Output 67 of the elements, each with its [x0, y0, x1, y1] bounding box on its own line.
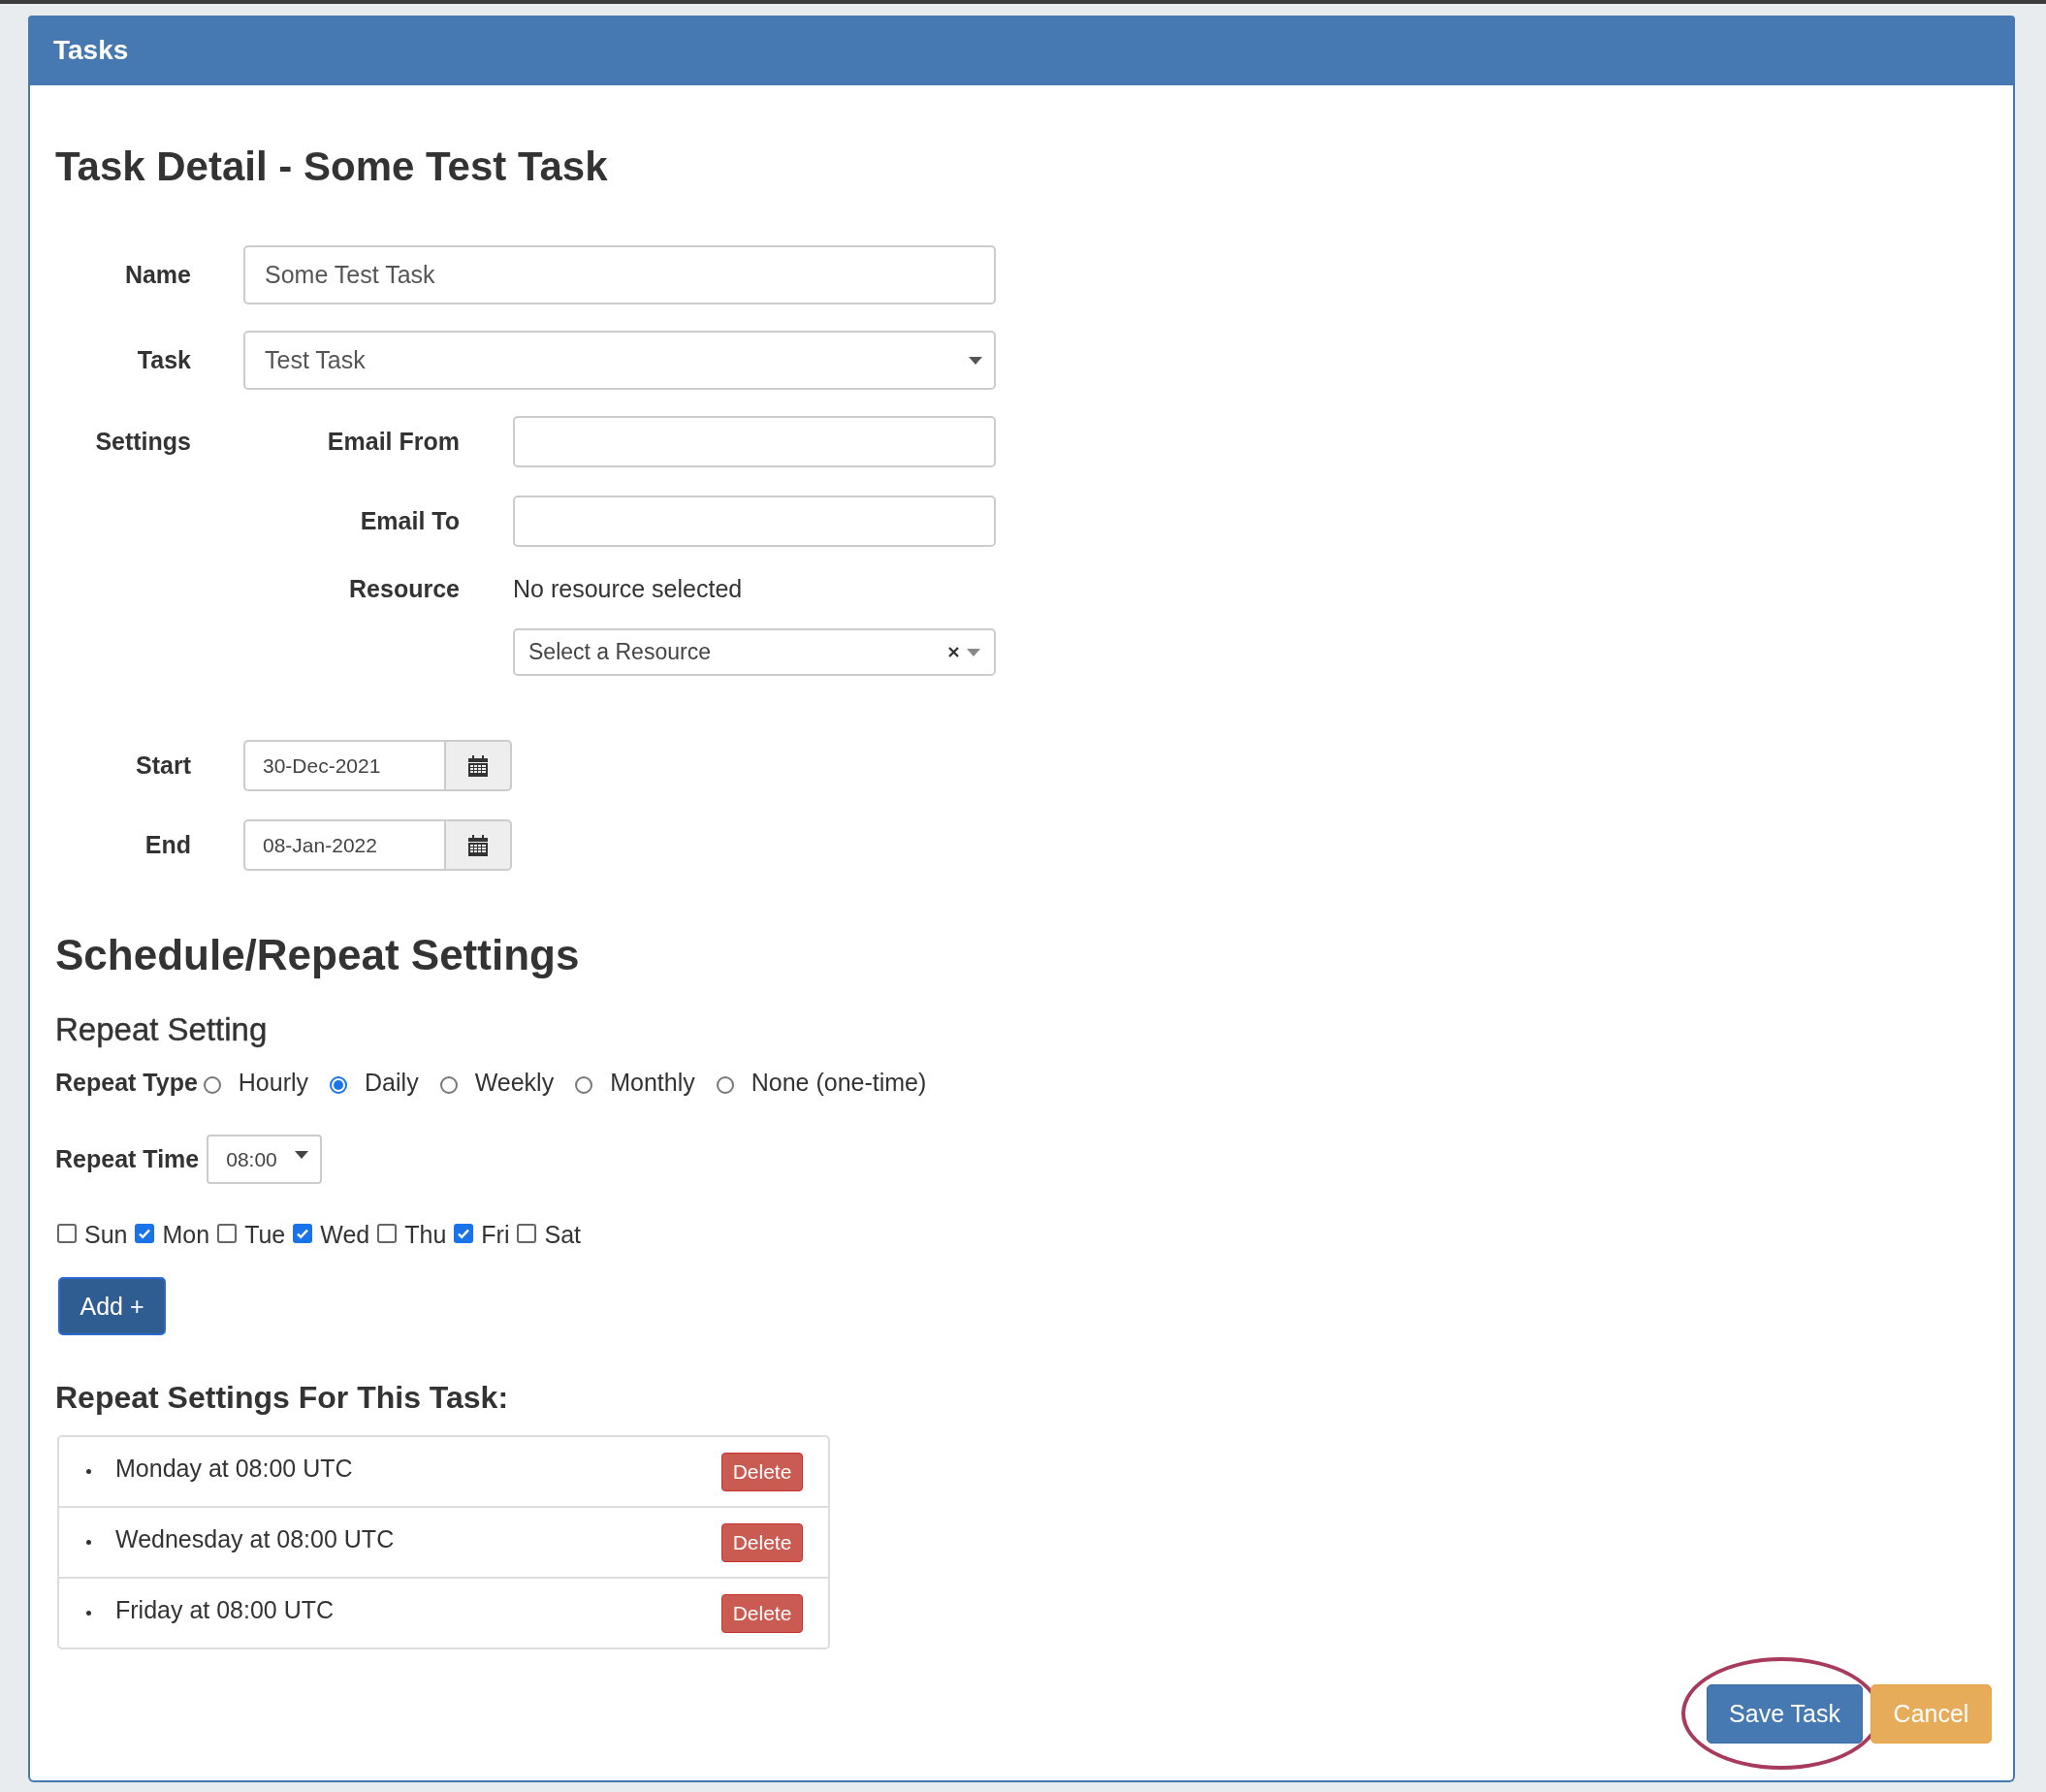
caret-icon [295, 1150, 309, 1159]
subsection-heading: Repeat Setting [55, 1011, 269, 1048]
delete-button[interactable]: Delete [721, 1593, 803, 1633]
list-heading: Repeat Settings For This Task: [55, 1379, 510, 1416]
resource-dropdown[interactable]: Select a Resource [513, 628, 996, 676]
panel-title: Tasks [53, 35, 129, 66]
day-label[interactable]: Mon [162, 1221, 210, 1249]
task-dropdown[interactable]: Test Task [243, 331, 996, 390]
email-field[interactable] [513, 496, 996, 547]
caret-icon [967, 648, 980, 656]
bullet-icon [86, 1540, 91, 1545]
day-label[interactable]: Wed [320, 1221, 370, 1249]
checkbox[interactable] [293, 1223, 313, 1243]
radio-label[interactable]: Weekly [474, 1069, 555, 1097]
radio-label[interactable]: Daily [365, 1069, 419, 1097]
checkbox[interactable] [217, 1223, 238, 1243]
field-label: Resource [348, 575, 460, 603]
radio-label[interactable]: Monthly [610, 1069, 695, 1097]
radio-label[interactable]: Hourly [238, 1069, 309, 1097]
radio-button[interactable] [575, 1075, 593, 1094]
resource-status: No resource selected [513, 575, 743, 603]
day-label[interactable]: Sun [84, 1221, 128, 1249]
field-label: Repeat Time [55, 1145, 200, 1173]
day-label[interactable]: Fri [481, 1221, 510, 1249]
field-label: Settings [94, 428, 191, 456]
radio-button[interactable] [439, 1075, 458, 1094]
clear-icon[interactable] [948, 647, 959, 657]
checkbox[interactable] [57, 1223, 77, 1243]
page-heading: Task Detail - Some Test Task [55, 143, 609, 191]
bullet-icon [86, 1469, 91, 1474]
date-field[interactable]: 08-Jan-2022 [243, 819, 444, 871]
save-button[interactable]: Save Task [1707, 1684, 1863, 1744]
bullet-icon [86, 1611, 91, 1616]
date-field[interactable]: 30-Dec-2021 [243, 740, 444, 791]
calendar-icon [466, 833, 490, 857]
section-heading: Schedule/Repeat Settings [55, 931, 581, 979]
radio-button[interactable] [716, 1075, 734, 1094]
checkbox[interactable] [135, 1223, 155, 1243]
add-button[interactable]: Add + [58, 1277, 166, 1335]
calendar-icon [466, 753, 490, 778]
day-label[interactable]: Tue [244, 1221, 286, 1249]
field-label: Email To [359, 507, 460, 535]
checkbox[interactable] [454, 1223, 474, 1243]
field-label: Start [135, 752, 191, 780]
repeat-entry: Friday at 08:00 UTC [115, 1596, 336, 1624]
day-label[interactable]: Sat [544, 1221, 581, 1249]
radio-label[interactable]: None (one-time) [751, 1069, 927, 1097]
caret-icon [969, 356, 982, 365]
field-label: Repeat Type [55, 1069, 198, 1097]
checkbox[interactable] [517, 1223, 537, 1243]
checkbox[interactable] [377, 1223, 398, 1243]
day-label[interactable]: Thu [404, 1221, 447, 1249]
field-label: Name [123, 261, 191, 289]
calendar-button[interactable] [444, 740, 512, 791]
field-label: Email From [326, 428, 460, 456]
field-label: End [144, 831, 191, 859]
calendar-button[interactable] [444, 819, 512, 871]
radio-button[interactable] [330, 1075, 348, 1094]
radio-button[interactable] [203, 1075, 221, 1094]
field-label: Task [136, 346, 191, 374]
time-dropdown[interactable]: 08:00 [207, 1135, 323, 1184]
delete-button[interactable]: Delete [721, 1522, 803, 1562]
repeat-entry: Monday at 08:00 UTC [115, 1455, 354, 1483]
repeat-entry: Wednesday at 08:00 UTC [115, 1525, 396, 1553]
delete-button[interactable]: Delete [721, 1452, 803, 1491]
name-field[interactable]: Some Test Task [243, 245, 996, 304]
email-field[interactable] [513, 416, 996, 467]
